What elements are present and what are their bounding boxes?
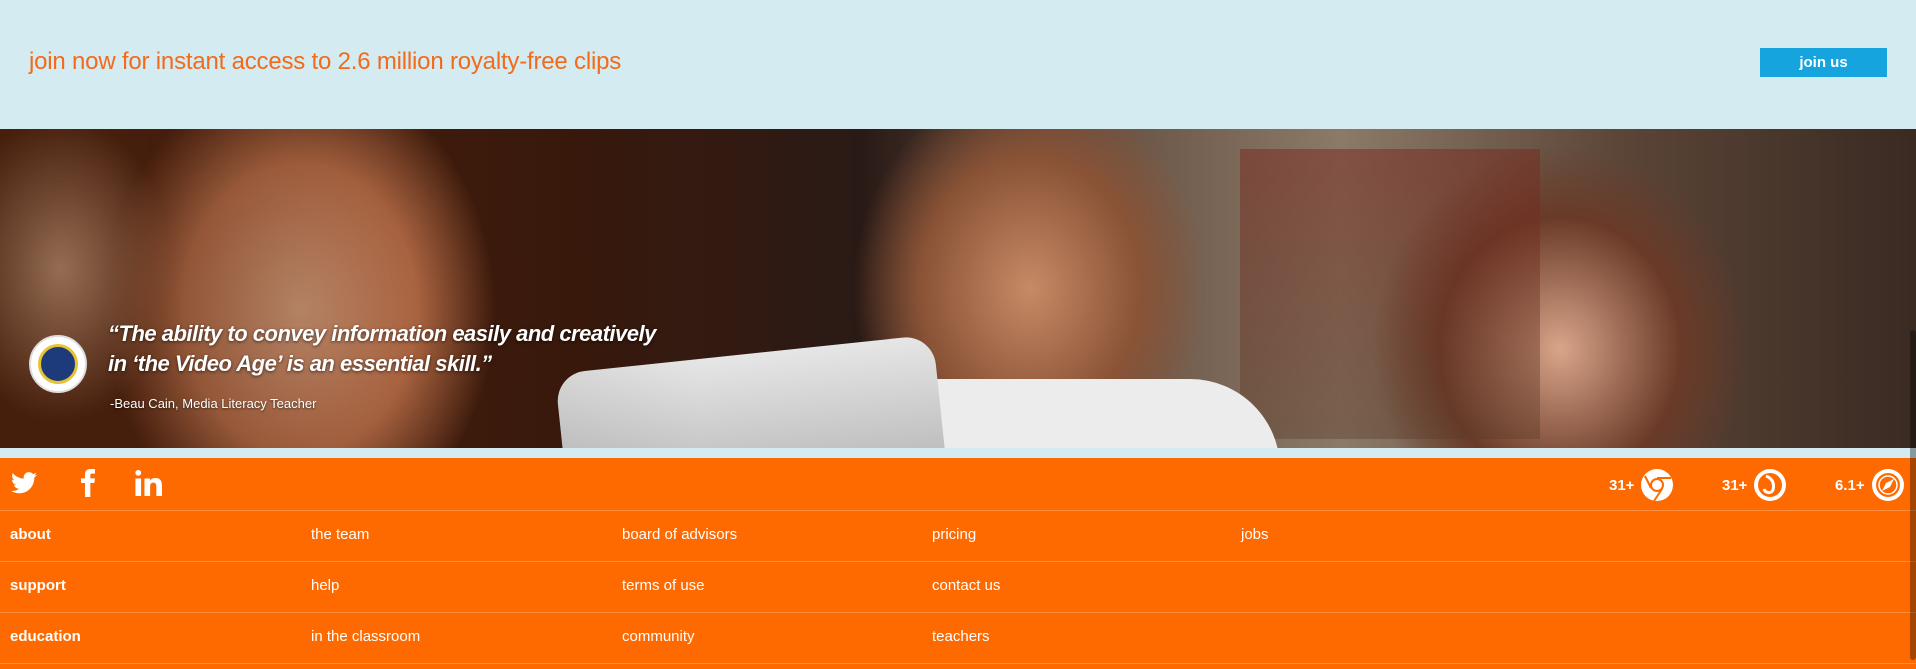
firefox-icon	[1754, 469, 1787, 501]
testimonial-author: -Beau Cain, Media Literacy Teacher	[110, 396, 317, 411]
social-bar: 31+ 31+ 6.1+	[0, 458, 1916, 511]
nav-link-in-the-classroom[interactable]: in the classroom	[311, 628, 420, 645]
twitter-icon[interactable]	[10, 468, 38, 498]
nav-link-terms-of-use[interactable]: terms of use	[622, 577, 705, 594]
footer: 31+ 31+ 6.1+ about the team board of adv…	[0, 458, 1916, 669]
chrome-icon	[1641, 469, 1674, 502]
chrome-version: 31+	[1609, 476, 1635, 494]
hero-image: “The ability to convey information easil…	[0, 129, 1916, 448]
nav-link-help[interactable]: help	[311, 577, 339, 594]
hero-background-shelf	[1240, 149, 1540, 439]
nav-link-teachers[interactable]: teachers	[932, 628, 990, 645]
nav-link-board-of-advisors[interactable]: board of advisors	[622, 526, 737, 543]
nav-link-the-team[interactable]: the team	[311, 526, 369, 543]
footer-nav-row-education: education in the classroom community tea…	[0, 613, 1916, 664]
testimonial-quote: “The ability to convey information easil…	[108, 321, 656, 376]
nav-link-community[interactable]: community	[622, 628, 695, 645]
facebook-icon[interactable]	[78, 468, 98, 498]
nav-link-pricing[interactable]: pricing	[932, 526, 976, 543]
footer-nav-row-support: support help terms of use contact us	[0, 562, 1916, 613]
browser-support-firefox: 31+	[1722, 468, 1787, 502]
browser-support-safari: 6.1+	[1835, 468, 1905, 502]
join-banner-text: join now for instant access to 2.6 milli…	[29, 48, 622, 75]
nav-link-education[interactable]: education	[10, 628, 81, 645]
nav-link-about[interactable]: about	[10, 526, 51, 543]
nav-link-support[interactable]: support	[10, 577, 66, 594]
join-us-button[interactable]: join us	[1760, 48, 1887, 77]
browser-support-chrome: 31+	[1609, 468, 1674, 502]
footer-nav-row-about: about the team board of advisors pricing…	[0, 511, 1916, 562]
hero-shade	[0, 129, 700, 448]
firefox-version: 31+	[1722, 476, 1748, 494]
school-seal-icon	[29, 335, 87, 393]
linkedin-icon[interactable]	[134, 468, 164, 498]
nav-link-jobs[interactable]: jobs	[1241, 526, 1269, 543]
page-scrollbar[interactable]	[1910, 330, 1916, 660]
safari-icon	[1871, 469, 1904, 501]
join-banner: join now for instant access to 2.6 milli…	[0, 0, 1916, 129]
nav-link-contact-us[interactable]: contact us	[932, 577, 1000, 594]
safari-version: 6.1+	[1835, 476, 1865, 494]
